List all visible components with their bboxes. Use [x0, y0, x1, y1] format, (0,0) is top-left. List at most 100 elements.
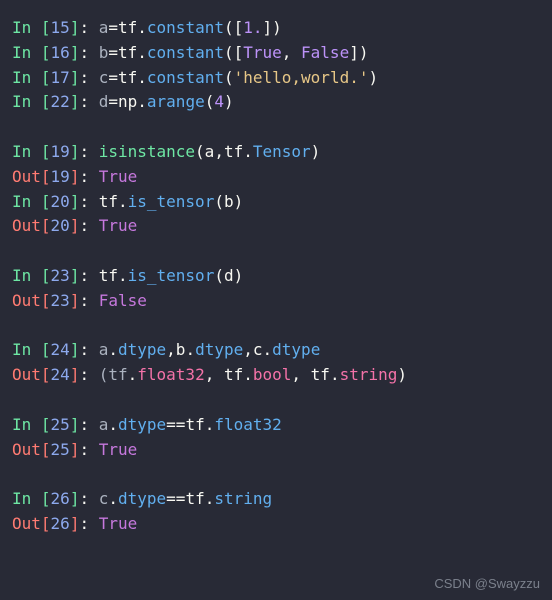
code-token: . — [108, 340, 118, 359]
code-token: string — [340, 365, 398, 384]
prompt-number: 20 — [51, 192, 70, 211]
code-token: tf — [118, 43, 137, 62]
code-token: (a,tf. — [195, 142, 253, 161]
code-token: . — [108, 415, 118, 434]
code-token: arange — [147, 92, 205, 111]
code-token: = — [108, 18, 118, 37]
code-token: . — [205, 415, 215, 434]
code-token: a — [99, 18, 109, 37]
code-token: . — [137, 18, 147, 37]
in-prompt: In — [12, 68, 41, 87]
code-token: c — [99, 489, 109, 508]
output-line: Out[25]: True — [12, 438, 540, 463]
code-token: ([ — [224, 43, 243, 62]
prompt-number: 19 — [51, 167, 70, 186]
in-prompt: In — [12, 92, 41, 111]
in-prompt: In — [12, 340, 41, 359]
in-prompt: In — [12, 489, 41, 508]
code-token: False — [99, 291, 147, 310]
code-token: dtype — [195, 340, 243, 359]
code-token: dtype — [272, 340, 320, 359]
code-token: (tf — [99, 365, 128, 384]
watermark: CSDN @Swayzzu — [434, 574, 540, 594]
output-line: Out[20]: True — [12, 214, 540, 239]
code-token: constant — [147, 18, 224, 37]
output-line: Out[19]: True — [12, 165, 540, 190]
code-token: ([ — [224, 18, 243, 37]
code-token: = — [108, 92, 118, 111]
blank-line — [12, 239, 540, 264]
code-token: np — [118, 92, 137, 111]
code-token: (d) — [214, 266, 243, 285]
input-line: In [26]: c.dtype==tf.string — [12, 487, 540, 512]
code-token: tf — [185, 415, 204, 434]
code-token: bool — [253, 365, 292, 384]
input-line: In [17]: c=tf.constant('hello,world.') — [12, 66, 540, 91]
out-prompt: Out — [12, 365, 41, 384]
in-prompt: In — [12, 142, 41, 161]
output-line: Out[26]: True — [12, 512, 540, 537]
out-prompt: Out — [12, 291, 41, 310]
code-token: isinstance — [99, 142, 195, 161]
prompt-number: 24 — [51, 365, 70, 384]
input-line: In [15]: a=tf.constant([1.]) — [12, 16, 540, 41]
code-token: float32 — [214, 415, 281, 434]
code-block: In [15]: a=tf.constant([1.])In [16]: b=t… — [12, 16, 540, 537]
code-token: , — [282, 43, 301, 62]
input-line: In [20]: tf.is_tensor(b) — [12, 190, 540, 215]
code-token: True — [99, 514, 138, 533]
prompt-number: 20 — [51, 216, 70, 235]
in-prompt: In — [12, 18, 41, 37]
code-token: tf — [99, 192, 118, 211]
prompt-number: 16 — [51, 43, 70, 62]
code-token: ) — [368, 68, 378, 87]
code-token: 4 — [214, 92, 224, 111]
out-prompt: Out — [12, 514, 41, 533]
in-prompt: In — [12, 415, 41, 434]
prompt-number: 26 — [51, 514, 70, 533]
output-line: Out[24]: (tf.float32, tf.bool, tf.string… — [12, 363, 540, 388]
code-token: ( — [205, 92, 215, 111]
code-token: . — [137, 68, 147, 87]
code-token: ,b. — [166, 340, 195, 359]
code-token: Tensor — [253, 142, 311, 161]
code-token: ) — [311, 142, 321, 161]
prompt-number: 22 — [51, 92, 70, 111]
code-token: . — [118, 266, 128, 285]
code-token: ( — [224, 68, 234, 87]
prompt-number: 23 — [51, 291, 70, 310]
code-token: ) — [224, 92, 234, 111]
code-token: True — [99, 440, 138, 459]
code-token: ) — [397, 365, 407, 384]
code-token: ]) — [263, 18, 282, 37]
input-line: In [23]: tf.is_tensor(d) — [12, 264, 540, 289]
code-token: . — [137, 92, 147, 111]
code-token: . — [108, 489, 118, 508]
out-prompt: Out — [12, 167, 41, 186]
code-token: , tf. — [291, 365, 339, 384]
code-token: b — [99, 43, 109, 62]
code-token: == — [166, 489, 185, 508]
code-token: constant — [147, 43, 224, 62]
prompt-number: 19 — [51, 142, 70, 161]
code-token: tf — [185, 489, 204, 508]
code-token: . — [137, 43, 147, 62]
code-token: == — [166, 415, 185, 434]
code-token: , tf. — [205, 365, 253, 384]
code-token: constant — [147, 68, 224, 87]
output-line: Out[23]: False — [12, 289, 540, 314]
prompt-number: 24 — [51, 340, 70, 359]
input-line: In [22]: d=np.arange(4) — [12, 90, 540, 115]
input-line: In [19]: isinstance(a,tf.Tensor) — [12, 140, 540, 165]
code-token: dtype — [118, 415, 166, 434]
prompt-number: 25 — [51, 440, 70, 459]
in-prompt: In — [12, 192, 41, 211]
blank-line — [12, 115, 540, 140]
prompt-number: 23 — [51, 266, 70, 285]
code-token: True — [99, 167, 138, 186]
prompt-number: 17 — [51, 68, 70, 87]
code-token: . — [205, 489, 215, 508]
code-token: False — [301, 43, 349, 62]
code-token: is_tensor — [128, 266, 215, 285]
prompt-number: 25 — [51, 415, 70, 434]
